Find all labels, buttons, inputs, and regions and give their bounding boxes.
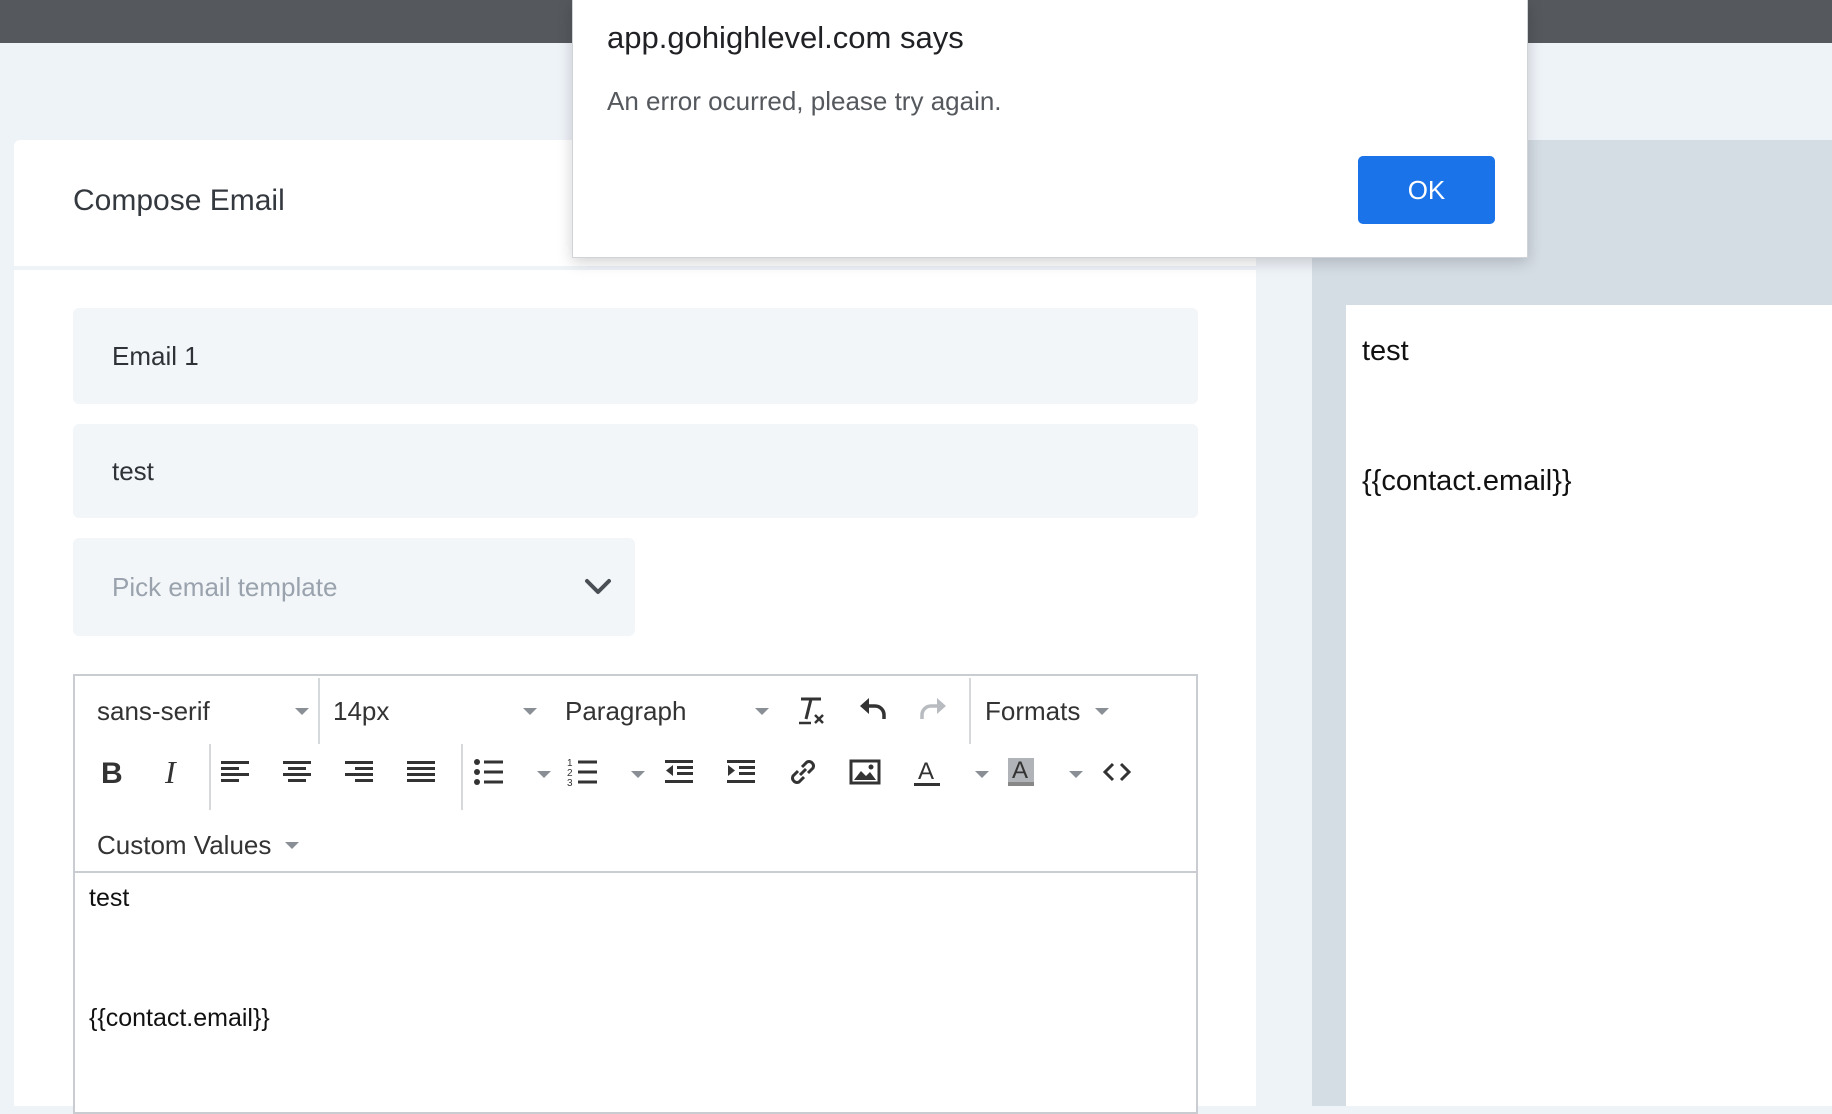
svg-text:A: A xyxy=(1012,757,1028,784)
dialog-title: app.gohighlevel.com says xyxy=(607,20,964,55)
caret-down-icon xyxy=(285,842,299,849)
font-size-value: 14px xyxy=(333,695,390,726)
indent-icon xyxy=(727,760,755,783)
compose-form: Email 1 test Pick email template sans-se… xyxy=(14,270,1256,1114)
italic-icon: I xyxy=(164,756,177,788)
outdent-button[interactable] xyxy=(661,754,697,790)
caret-down-icon[interactable] xyxy=(537,771,551,778)
preview-line: {{contact.email}} xyxy=(1362,465,1572,497)
indent-button[interactable] xyxy=(723,754,759,790)
clear-format-icon xyxy=(799,697,824,725)
email-template-placeholder: Pick email template xyxy=(112,571,338,602)
editor-line: {{contact.email}} xyxy=(89,1004,270,1032)
bullet-list-button[interactable] xyxy=(471,754,507,790)
editor-toolbar: sans-serif 14px Paragraph Formats B I 1 … xyxy=(75,676,1196,873)
undo-button[interactable] xyxy=(855,690,891,726)
align-left-button[interactable] xyxy=(217,754,253,790)
caret-down-icon xyxy=(295,708,309,715)
insert-link-button[interactable] xyxy=(785,754,821,790)
align-center-button[interactable] xyxy=(279,754,315,790)
numbered-list-button[interactable]: 1 2 3 xyxy=(565,754,601,790)
outdent-icon xyxy=(665,760,693,783)
redo-button[interactable] xyxy=(915,690,951,726)
preview-line: test xyxy=(1362,335,1409,367)
redo-icon xyxy=(920,698,946,719)
custom-values-label: Custom Values xyxy=(97,829,272,860)
formats-menu[interactable]: Formats xyxy=(985,692,1125,730)
subject-value: test xyxy=(112,455,154,486)
chevron-down-icon xyxy=(585,579,611,594)
svg-text:B: B xyxy=(101,757,123,788)
email-name-value: Email 1 xyxy=(112,340,199,371)
link-icon xyxy=(791,760,815,784)
custom-values-menu[interactable]: Custom Values xyxy=(97,826,317,864)
email-template-select[interactable]: Pick email template xyxy=(73,538,635,636)
source-code-button[interactable] xyxy=(1099,754,1135,790)
font-size-select[interactable]: 14px xyxy=(333,692,537,730)
align-justify-button[interactable] xyxy=(403,754,439,790)
toolbar-divider xyxy=(969,678,971,744)
email-name-field[interactable]: Email 1 xyxy=(73,308,1198,404)
subject-field[interactable]: test xyxy=(73,424,1198,518)
caret-down-icon xyxy=(523,708,537,715)
block-format-select[interactable]: Paragraph xyxy=(565,692,769,730)
code-icon xyxy=(1102,762,1132,782)
editor-line: test xyxy=(89,884,130,912)
rich-text-editor: sans-serif 14px Paragraph Formats B I 1 … xyxy=(73,674,1198,1114)
undo-icon xyxy=(860,698,886,719)
svg-text:A: A xyxy=(918,758,934,785)
text-color-icon: A xyxy=(914,758,940,786)
caret-down-icon[interactable] xyxy=(975,771,989,778)
align-center-icon xyxy=(283,761,311,782)
align-right-icon xyxy=(345,761,373,782)
italic-button[interactable]: I xyxy=(155,754,191,790)
align-right-button[interactable] xyxy=(341,754,377,790)
caret-down-icon[interactable] xyxy=(631,771,645,778)
toolbar-divider xyxy=(318,678,320,744)
numbered-list-icon: 1 2 3 xyxy=(567,758,597,788)
font-family-select[interactable]: sans-serif xyxy=(97,692,309,730)
background-color-icon: A xyxy=(1008,757,1034,786)
ok-button[interactable]: OK xyxy=(1358,156,1495,224)
caret-down-icon xyxy=(755,708,769,715)
dialog-message: An error ocurred, please try again. xyxy=(607,86,1002,116)
align-justify-icon xyxy=(407,761,435,782)
bold-icon: B xyxy=(101,757,123,788)
bullet-list-icon xyxy=(474,759,503,785)
background-color-button[interactable]: A xyxy=(1003,754,1039,790)
insert-image-button[interactable] xyxy=(847,754,883,790)
text-color-button[interactable]: A xyxy=(909,754,945,790)
formats-label: Formats xyxy=(985,695,1081,726)
svg-text:I: I xyxy=(164,756,177,788)
alert-dialog: app.gohighlevel.com says An error ocurre… xyxy=(572,0,1528,258)
image-icon xyxy=(849,759,881,785)
font-family-value: sans-serif xyxy=(97,695,210,726)
clear-formatting-button[interactable] xyxy=(793,692,829,728)
toolbar-divider xyxy=(209,744,211,810)
email-preview: test {{contact.email}} xyxy=(1346,305,1832,1106)
page-title: Compose Email xyxy=(73,184,285,217)
svg-text:3: 3 xyxy=(567,778,573,788)
caret-down-icon xyxy=(1095,708,1109,715)
caret-down-icon[interactable] xyxy=(1069,771,1083,778)
bold-button[interactable]: B xyxy=(93,754,129,790)
toolbar-divider xyxy=(461,744,463,810)
block-format-value: Paragraph xyxy=(565,695,687,726)
align-left-icon xyxy=(221,761,249,782)
